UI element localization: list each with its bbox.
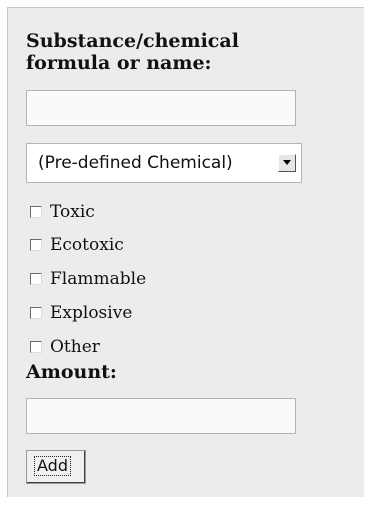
hazard-checkbox-flammable[interactable] <box>30 273 42 285</box>
chemical-select[interactable]: (Pre-defined Chemical) <box>26 143 302 183</box>
amount-heading: Amount: <box>26 361 117 383</box>
hazard-label-other: Other <box>50 337 100 357</box>
hazard-checkbox-ecotoxic[interactable] <box>30 239 42 251</box>
hazard-checkbox-other[interactable] <box>30 341 42 353</box>
hazard-label-ecotoxic: Ecotoxic <box>50 235 124 255</box>
hazard-label-explosive: Explosive <box>50 303 133 323</box>
chevron-down-icon[interactable] <box>278 154 296 172</box>
substance-heading: Substance/chemical formula or name: <box>26 30 239 74</box>
substance-input[interactable] <box>26 90 296 126</box>
hazard-checkbox-explosive[interactable] <box>30 307 42 319</box>
amount-input[interactable] <box>26 398 296 434</box>
add-button-label: Add <box>34 456 71 476</box>
chemical-select-value: (Pre-defined Chemical) <box>38 153 233 173</box>
hazard-checkbox-toxic[interactable] <box>30 206 42 218</box>
hazard-label-toxic: Toxic <box>50 202 95 222</box>
add-button[interactable]: Add <box>26 450 86 484</box>
hazard-label-flammable: Flammable <box>50 269 147 289</box>
